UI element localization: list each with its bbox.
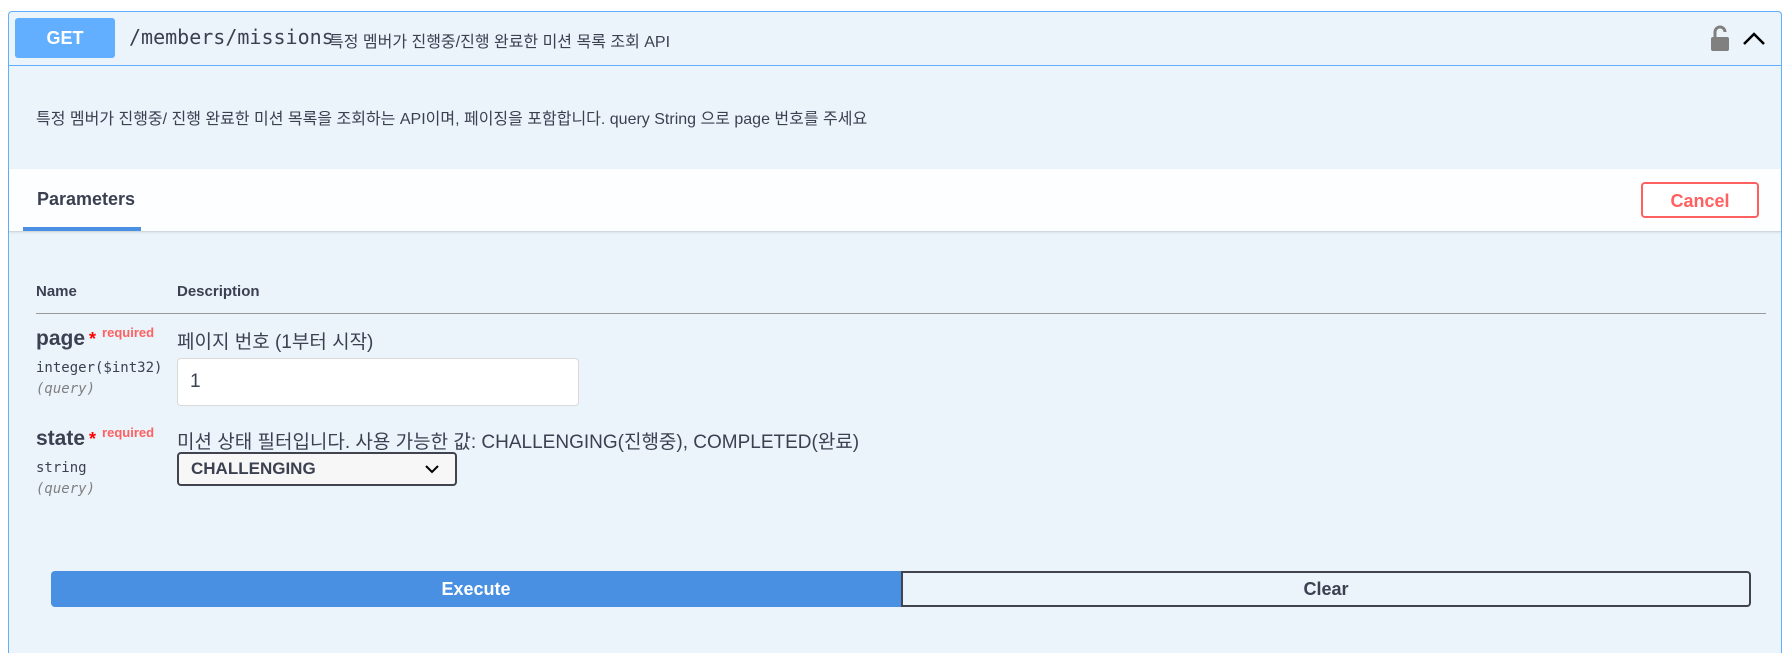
param-type: string bbox=[36, 460, 87, 476]
endpoint-path: /members/missions bbox=[129, 25, 334, 49]
clear-button[interactable]: Clear bbox=[901, 571, 1751, 607]
operation-summary[interactable]: GET /members/missions 특정 멤버가 진행중/진행 완료한 … bbox=[9, 12, 1781, 66]
operation-description: 특정 멤버가 진행중/ 진행 완료한 미션 목록을 조회하는 API이며, 페이… bbox=[36, 111, 868, 128]
operation-block: GET /members/missions 특정 멤버가 진행중/진행 완료한 … bbox=[8, 11, 1782, 653]
column-header-name: Name bbox=[36, 283, 77, 300]
page-input[interactable]: 1 bbox=[177, 358, 579, 406]
tab-parameters[interactable]: Parameters bbox=[23, 169, 141, 231]
parameters-section-header: Parameters Cancel bbox=[9, 169, 1781, 232]
required-star: * bbox=[89, 329, 97, 349]
param-description: 미션 상태 필터입니다. 사용 가능한 값: CHALLENGING(진행중),… bbox=[177, 432, 860, 453]
column-header-description: Description bbox=[177, 283, 260, 300]
param-name-page: page * required bbox=[36, 325, 155, 351]
param-location: (query) bbox=[36, 381, 96, 397]
state-select[interactable]: CHALLENGING bbox=[177, 452, 457, 486]
action-button-group: Execute Clear bbox=[51, 571, 1751, 607]
param-type: integer($int32) bbox=[36, 360, 163, 376]
required-label: required bbox=[102, 325, 155, 340]
param-location: (query) bbox=[36, 481, 96, 497]
chevron-down-icon bbox=[425, 465, 439, 474]
unlocked-lock-icon[interactable] bbox=[1709, 25, 1731, 53]
required-label: required bbox=[102, 425, 155, 440]
param-description: 페이지 번호 (1부터 시작) bbox=[177, 332, 374, 353]
chevron-up-icon[interactable] bbox=[1741, 28, 1767, 50]
http-method-badge: GET bbox=[15, 18, 115, 58]
operation-summary-text: 특정 멤버가 진행중/진행 완료한 미션 목록 조회 API bbox=[329, 34, 671, 51]
cancel-button[interactable]: Cancel bbox=[1641, 182, 1759, 218]
state-select-value: CHALLENGING bbox=[191, 459, 316, 478]
execute-button[interactable]: Execute bbox=[51, 571, 901, 607]
required-star: * bbox=[89, 429, 97, 449]
table-header-divider bbox=[36, 313, 1766, 314]
param-name-text: state bbox=[36, 427, 86, 450]
param-name-state: state * required bbox=[36, 425, 155, 451]
param-name-text: page bbox=[36, 327, 86, 350]
